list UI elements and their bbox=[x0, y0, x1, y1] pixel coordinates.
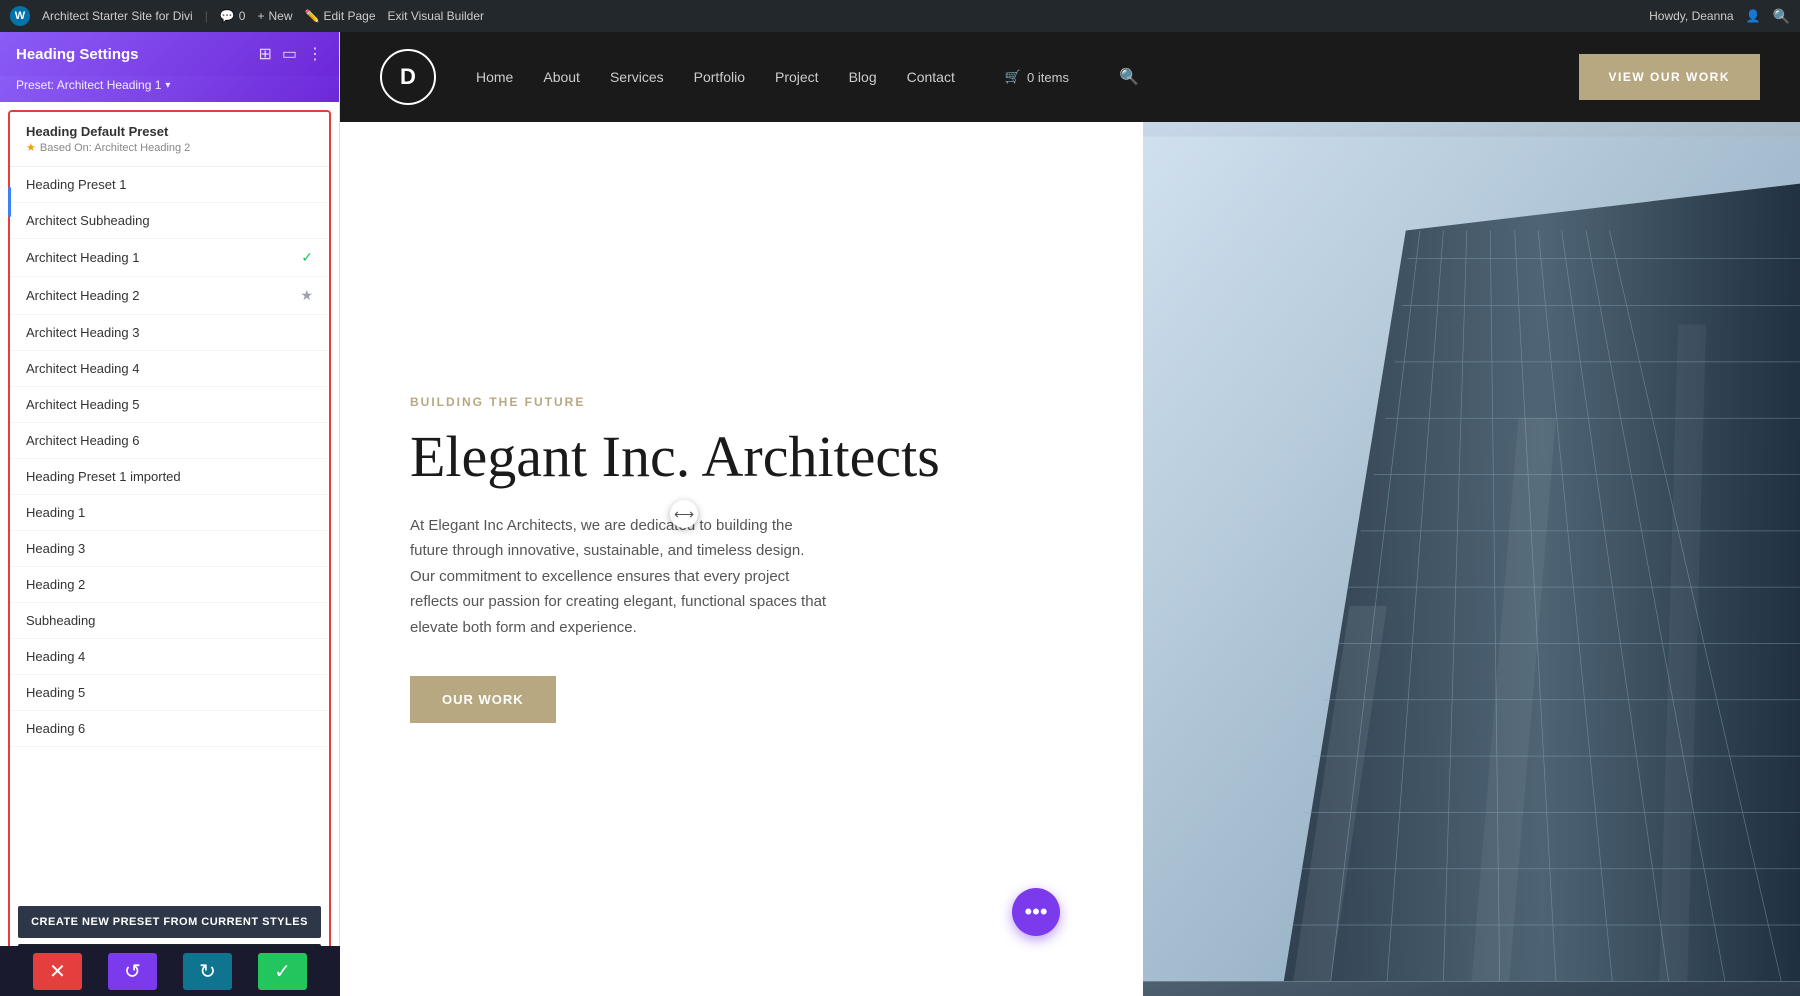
preset-item-label: Heading 3 bbox=[26, 541, 85, 556]
wp-logo-icon[interactable]: W bbox=[10, 6, 30, 26]
panel-header-icons: ⊞ ▭ ⋮ bbox=[258, 44, 323, 64]
list-item[interactable]: Architect Heading 3 bbox=[10, 315, 329, 351]
list-item[interactable]: Architect Heading 5 bbox=[10, 387, 329, 423]
hero-body-text: At Elegant Inc Architects, we are dedica… bbox=[410, 513, 830, 641]
site-name[interactable]: Architect Starter Site for Divi bbox=[42, 9, 193, 23]
list-item[interactable]: Heading Preset 1 imported bbox=[10, 459, 329, 495]
list-item[interactable]: Heading 6 bbox=[10, 711, 329, 747]
cart-icon: 🛒 bbox=[1005, 69, 1021, 85]
list-item[interactable]: Heading Preset 1 bbox=[10, 167, 329, 203]
preset-item-label: Heading 6 bbox=[26, 721, 85, 736]
preset-item-label: Architect Heading 4 bbox=[26, 361, 139, 376]
preset-selector[interactable]: Preset: Architect Heading 1 ▾ bbox=[0, 76, 339, 102]
preset-item-label: Architect Heading 2 bbox=[26, 288, 139, 303]
nav-about[interactable]: About bbox=[543, 69, 580, 85]
nav-blog[interactable]: Blog bbox=[849, 69, 877, 85]
preset-item-label: Architect Heading 3 bbox=[26, 325, 139, 340]
list-item[interactable]: Architect Heading 4 bbox=[10, 351, 329, 387]
nav-cta-button[interactable]: View Our Work bbox=[1579, 54, 1761, 100]
nav-portfolio[interactable]: Portfolio bbox=[694, 69, 745, 85]
preset-item-label: Heading Preset 1 imported bbox=[26, 469, 181, 484]
preset-item-label: Architect Heading 6 bbox=[26, 433, 139, 448]
nav-contact[interactable]: Contact bbox=[907, 69, 955, 85]
hero-content: Building the Future Elegant Inc. Archite… bbox=[340, 122, 1143, 996]
based-on-info: ★ Based On: Architect Heading 2 bbox=[26, 141, 313, 154]
site-logo[interactable]: D bbox=[380, 49, 436, 105]
preset-list-container: Heading Default Preset ★ Based On: Archi… bbox=[8, 110, 331, 988]
hero-image bbox=[1143, 122, 1800, 996]
site-navigation: D Home About Services Portfolio Project … bbox=[340, 32, 1800, 122]
list-item[interactable]: Heading 1 bbox=[10, 495, 329, 531]
main-area: Heading Settings ⊞ ▭ ⋮ Preset: Architect… bbox=[0, 32, 1800, 996]
list-item[interactable]: Architect Heading 2 ★ bbox=[10, 277, 329, 315]
nav-search-icon[interactable]: 🔍 bbox=[1119, 67, 1139, 87]
preset-label: Preset: Architect Heading 1 bbox=[16, 78, 161, 92]
preset-item-label: Architect Heading 5 bbox=[26, 397, 139, 412]
redo-button[interactable]: ↻ bbox=[183, 953, 232, 990]
preset-item-label: Heading Preset 1 bbox=[26, 177, 126, 192]
checkmark-icon: ✓ bbox=[301, 249, 313, 266]
active-indicator bbox=[8, 187, 11, 217]
list-item[interactable]: Heading 5 bbox=[10, 675, 329, 711]
exit-visual-builder-link[interactable]: Exit Visual Builder bbox=[388, 9, 485, 23]
preset-item-label: Architect Subheading bbox=[26, 213, 150, 228]
chevron-down-icon: ▾ bbox=[165, 80, 170, 91]
hero-section: Building the Future Elegant Inc. Archite… bbox=[340, 122, 1800, 996]
create-preset-button[interactable]: Create New Preset From Current Styles bbox=[18, 906, 321, 938]
default-preset-title: Heading Default Preset bbox=[26, 124, 313, 139]
list-item[interactable]: Architect Subheading bbox=[10, 203, 329, 239]
hero-cta-button[interactable]: Our Work bbox=[410, 676, 556, 723]
list-item[interactable]: Heading 4 bbox=[10, 639, 329, 675]
building-illustration bbox=[1143, 122, 1800, 996]
preset-items-list: Heading Preset 1 Architect Subheading Arch… bbox=[10, 167, 329, 896]
list-item[interactable]: Heading 3 bbox=[10, 531, 329, 567]
star-icon: ★ bbox=[300, 287, 313, 304]
howdy-text: Howdy, Deanna bbox=[1649, 9, 1734, 23]
preset-item-label: Heading 2 bbox=[26, 577, 85, 592]
fab-button[interactable]: ••• bbox=[1012, 888, 1060, 936]
undo-button[interactable]: ↺ bbox=[108, 953, 157, 990]
more-options-icon[interactable]: ⋮ bbox=[307, 44, 323, 64]
nav-project[interactable]: Project bbox=[775, 69, 819, 85]
panel-title: Heading Settings bbox=[16, 46, 139, 63]
preset-item-label: Heading 4 bbox=[26, 649, 85, 664]
bottom-toolbar: ✕ ↺ ↻ ✓ bbox=[0, 946, 340, 996]
confirm-button[interactable]: ✓ bbox=[258, 953, 307, 990]
hero-title: Elegant Inc. Architects bbox=[410, 425, 1073, 489]
nav-services[interactable]: Services bbox=[610, 69, 664, 85]
resize-handle[interactable]: ⟷ bbox=[670, 500, 698, 528]
default-preset-item[interactable]: Heading Default Preset ★ Based On: Archi… bbox=[10, 112, 329, 167]
nav-cart[interactable]: 🛒 0 items bbox=[1005, 69, 1069, 85]
user-avatar[interactable]: 👤 bbox=[1746, 9, 1761, 23]
new-button[interactable]: + New bbox=[257, 9, 292, 23]
heading-settings-panel: Heading Settings ⊞ ▭ ⋮ Preset: Architect… bbox=[0, 32, 340, 996]
hero-eyebrow: Building the Future bbox=[410, 395, 1073, 409]
list-item[interactable]: Heading 2 bbox=[10, 567, 329, 603]
maximize-icon[interactable]: ⊞ bbox=[258, 44, 271, 64]
edit-page-link[interactable]: ✏️ Edit Page bbox=[305, 9, 376, 23]
wp-admin-bar: W Architect Starter Site for Divi | 💬 0 … bbox=[0, 0, 1800, 32]
list-item[interactable]: Architect Heading 6 bbox=[10, 423, 329, 459]
admin-search-icon[interactable]: 🔍 bbox=[1773, 8, 1790, 25]
panel-header: Heading Settings ⊞ ▭ ⋮ bbox=[0, 32, 339, 76]
comment-count[interactable]: 💬 0 bbox=[220, 9, 246, 23]
preset-item-label: Heading 5 bbox=[26, 685, 85, 700]
list-item[interactable]: Architect Heading 1 ✓ bbox=[10, 239, 329, 277]
preset-item-label: Architect Heading 1 bbox=[26, 250, 139, 265]
layout-icon[interactable]: ▭ bbox=[282, 44, 297, 64]
preset-item-label: Heading 1 bbox=[26, 505, 85, 520]
nav-home[interactable]: Home bbox=[476, 69, 513, 85]
website-preview: ⟷ D Home About Services Portfolio Projec… bbox=[340, 32, 1800, 996]
preset-item-label: Subheading bbox=[26, 613, 95, 628]
close-button[interactable]: ✕ bbox=[33, 953, 82, 990]
list-item[interactable]: Subheading bbox=[10, 603, 329, 639]
nav-links: Home About Services Portfolio Project Bl… bbox=[476, 67, 1539, 87]
star-icon: ★ bbox=[26, 141, 36, 154]
